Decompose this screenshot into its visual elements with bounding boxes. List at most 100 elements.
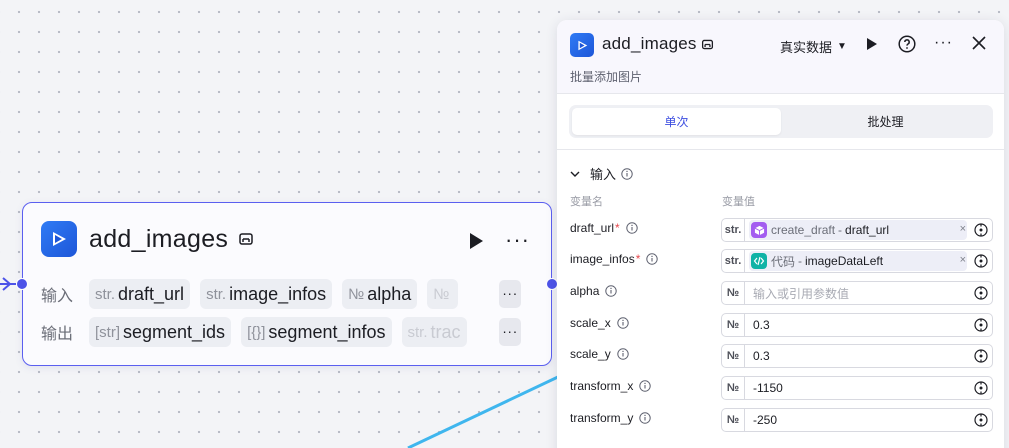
incoming-arrow-icon xyxy=(2,277,12,291)
input-tag: str. draft_url xyxy=(89,279,191,309)
tab-batch[interactable]: 批处理 xyxy=(781,108,990,135)
info-icon xyxy=(626,222,638,234)
param-row-draft-url: draft_url * str. create_draft - draft_url × xyxy=(557,218,1004,242)
reference-icon[interactable] xyxy=(974,413,988,427)
data-mode-label: 真实数据 xyxy=(780,40,833,55)
param-input[interactable]: № 输入或引用参数值 xyxy=(721,281,993,305)
param-row-transform-x: transform_x № -1150 xyxy=(557,376,1004,400)
inputs-label: 输入 xyxy=(41,288,74,305)
info-icon xyxy=(621,167,633,180)
param-type: № xyxy=(722,314,745,336)
output-tag: [{}] segment_infos xyxy=(241,317,392,347)
param-name: draft_url * xyxy=(570,221,638,235)
info-icon xyxy=(646,253,659,265)
panel-title: add_images xyxy=(602,34,697,53)
input-tag: № alpha xyxy=(342,279,418,309)
data-mode-dropdown[interactable]: 真实数据 ▼ xyxy=(780,37,847,56)
input-tag: str. image_infos xyxy=(200,279,333,309)
param-value[interactable]: 0.3 xyxy=(753,349,770,363)
info-icon xyxy=(616,317,629,329)
param-value[interactable]: -250 xyxy=(753,413,777,427)
param-input[interactable]: № 0.3 xyxy=(721,313,993,337)
param-type: № xyxy=(722,409,745,431)
run-icon[interactable] xyxy=(866,37,878,51)
param-name: transform_x xyxy=(570,379,652,393)
param-type: № xyxy=(722,282,745,304)
param-type: str. xyxy=(722,250,745,272)
output-tag: [str] segment_ids xyxy=(89,317,232,347)
outgoing-edge xyxy=(407,374,561,448)
param-row-transform-y: transform_y № -250 xyxy=(557,408,1004,432)
param-row-alpha: alpha № 输入或引用参数值 xyxy=(557,281,1004,305)
chevron-down-icon xyxy=(570,171,580,177)
param-placeholder: 输入或引用参数值 xyxy=(753,286,850,301)
reference-icon[interactable] xyxy=(974,254,988,268)
param-name: scale_y xyxy=(570,347,629,361)
workflow-node[interactable]: add_images ··· 输入 str. draft_url str. imag… xyxy=(22,202,552,366)
output-tag: str. trac xyxy=(401,317,467,347)
info-icon xyxy=(639,412,652,424)
param-input[interactable]: № -1150 xyxy=(721,376,993,400)
param-type: str. xyxy=(722,219,745,241)
reference-icon[interactable] xyxy=(974,286,988,300)
caret-down-icon: ▼ xyxy=(837,41,847,52)
variable-reference-chip[interactable]: 代码 - imageDataLeft xyxy=(749,251,967,271)
clear-icon[interactable]: × xyxy=(960,223,966,235)
outputs-label: 输出 xyxy=(41,326,74,343)
param-row-image-infos: image_infos * str. 代码 - imageDataLeft × xyxy=(557,249,1004,273)
info-icon xyxy=(639,380,652,392)
run-mode-tabs: 单次 批处理 xyxy=(569,105,993,138)
panel-more-icon[interactable]: ··· xyxy=(934,34,953,52)
param-input[interactable]: str. 代码 - imageDataLeft × xyxy=(721,249,993,273)
outputs-more-button[interactable]: ··· xyxy=(499,318,521,346)
node-settings-panel: add_images 真实数据 ▼ ··· 批量添加图片 单次 批处理 输入 变… xyxy=(557,20,1004,448)
column-header-value: 变量值 xyxy=(722,196,755,208)
reference-icon[interactable] xyxy=(974,318,988,332)
reference-icon[interactable] xyxy=(974,223,988,237)
plugin-logo-icon xyxy=(570,33,594,57)
test-set-icon[interactable] xyxy=(701,38,714,51)
node-header: add_images xyxy=(41,221,254,257)
node-outputs-row: 输出 [str] segment_ids [{}] segment_infos st… xyxy=(41,317,521,347)
param-input[interactable]: № 0.3 xyxy=(721,344,993,368)
info-icon xyxy=(605,285,618,297)
tab-single[interactable]: 单次 xyxy=(572,108,781,135)
close-icon[interactable] xyxy=(972,36,986,50)
param-type: № xyxy=(722,377,745,399)
inputs-section-toggle[interactable]: 输入 xyxy=(570,164,633,183)
param-row-scale-x: scale_x № 0.3 xyxy=(557,313,1004,337)
required-mark: * xyxy=(615,221,620,235)
inputs-more-button[interactable]: ··· xyxy=(499,280,521,308)
node-title: add_images xyxy=(89,224,229,253)
param-name: alpha xyxy=(570,284,618,298)
section-title: 输入 xyxy=(590,167,617,182)
param-type: № xyxy=(722,345,745,367)
param-row-scale-y: scale_y № 0.3 xyxy=(557,344,1004,368)
panel-header: add_images 真实数据 ▼ ··· 批量添加图片 xyxy=(557,20,1004,94)
plugin-logo-icon xyxy=(41,221,77,257)
help-icon[interactable] xyxy=(898,35,916,53)
variable-reference-chip[interactable]: create_draft - draft_url xyxy=(749,220,967,240)
test-set-icon[interactable] xyxy=(238,231,254,247)
cube-icon xyxy=(751,222,767,238)
node-inputs-row: 输入 str. draft_url str. image_infos № alpha … xyxy=(41,279,521,309)
clear-icon[interactable]: × xyxy=(960,254,966,266)
required-mark: * xyxy=(635,252,641,266)
param-name: scale_x xyxy=(570,316,629,330)
param-name: transform_y xyxy=(570,411,652,425)
panel-description: 批量添加图片 xyxy=(570,70,643,84)
input-port[interactable] xyxy=(16,278,28,290)
info-icon xyxy=(616,348,629,360)
column-header-name: 变量名 xyxy=(570,196,603,208)
param-name: image_infos * xyxy=(570,252,659,266)
param-input[interactable]: № -250 xyxy=(721,408,993,432)
reference-icon[interactable] xyxy=(974,381,988,395)
run-icon[interactable] xyxy=(467,231,485,251)
param-value[interactable]: 0.3 xyxy=(753,318,770,332)
node-more-icon[interactable]: ··· xyxy=(505,229,530,251)
divider xyxy=(557,149,1004,150)
reference-icon[interactable] xyxy=(974,349,988,363)
param-value[interactable]: -1150 xyxy=(753,381,783,395)
param-input[interactable]: str. create_draft - draft_url × xyxy=(721,218,993,242)
code-icon xyxy=(751,253,767,269)
